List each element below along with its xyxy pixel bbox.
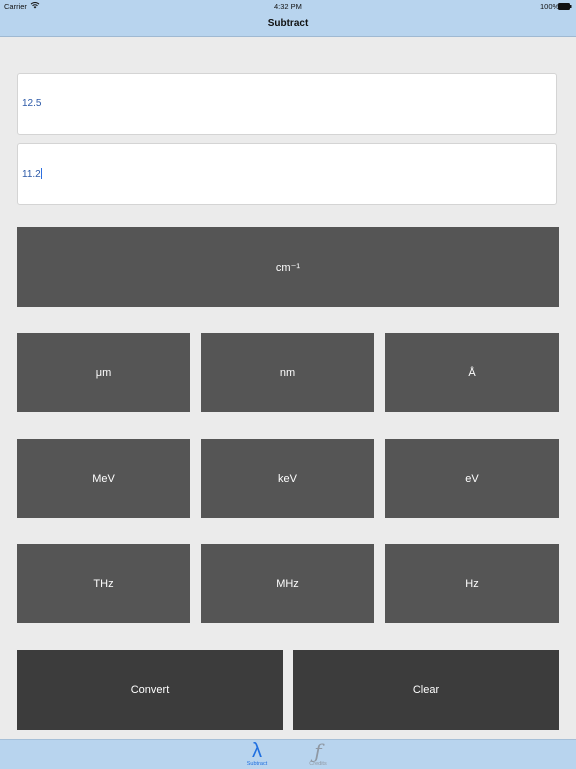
second-value-wrapper: 11.2 (22, 168, 42, 180)
tab-subtract[interactable]: λ Subtract (237, 740, 277, 767)
tab-subtract-label: Subtract (246, 761, 268, 767)
text-cursor (40, 168, 42, 179)
battery-icon (558, 3, 572, 12)
convert-button[interactable]: Convert (17, 650, 283, 730)
lambda-icon: λ (252, 740, 262, 762)
kev-button[interactable]: keV (201, 439, 374, 518)
micrometer-button[interactable]: μm (17, 333, 190, 412)
clear-button[interactable]: Clear (293, 650, 559, 730)
wifi-icon (30, 1, 40, 11)
tab-credits[interactable]: ƒ Credits (298, 740, 338, 767)
mev-button[interactable]: MeV (17, 439, 190, 518)
first-value-field[interactable]: 12.5 (17, 73, 557, 135)
tab-bar: λ Subtract ƒ Credits (0, 739, 576, 769)
page-title: Subtract (267, 18, 309, 29)
battery-percent: 100% (540, 2, 560, 11)
wavenumber-button[interactable]: cm⁻¹ (17, 227, 559, 307)
clock: 4:32 PM (274, 2, 302, 11)
hz-button[interactable]: Hz (385, 544, 559, 623)
first-value-text: 12.5 (22, 98, 42, 109)
second-value-field[interactable]: 11.2 (17, 143, 557, 205)
second-value-text: 11.2 (22, 169, 41, 180)
nanometer-button[interactable]: nm (201, 333, 374, 412)
ev-button[interactable]: eV (385, 439, 559, 518)
angstrom-button[interactable]: Å (385, 333, 559, 412)
thz-button[interactable]: THz (17, 544, 190, 623)
carrier-label: Carrier (4, 2, 27, 11)
function-icon: ƒ (314, 739, 322, 763)
mhz-button[interactable]: MHz (201, 544, 374, 623)
status-bar: Carrier 4:32 PM 100% (0, 0, 576, 12)
navigation-bar: Subtract (0, 12, 576, 37)
tab-credits-label: Credits (309, 761, 327, 767)
